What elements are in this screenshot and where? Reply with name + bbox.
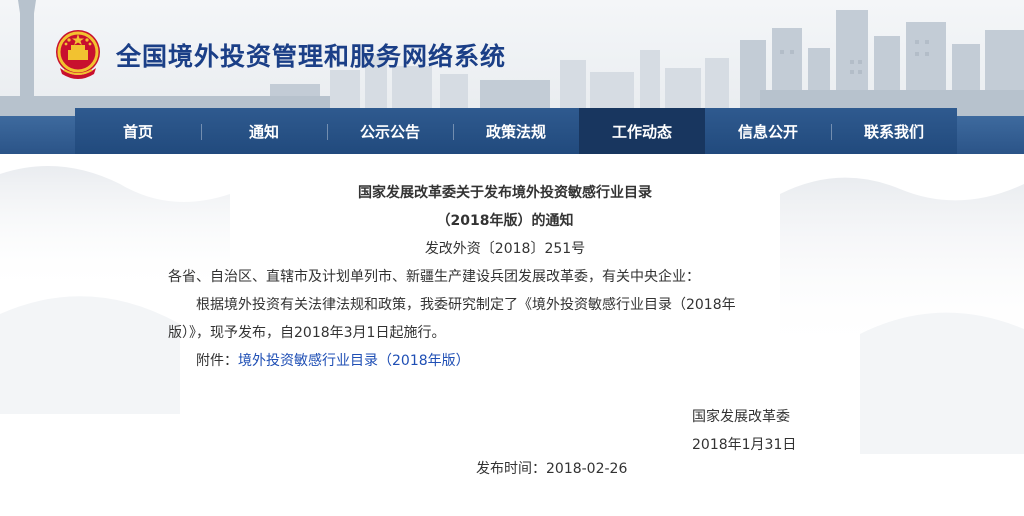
signature-date: 2018年1月31日 (692, 437, 797, 453)
nav-item-notice[interactable]: 通知 (201, 108, 327, 154)
body-paragraph-line1: 根据境外投资有关法律法规和政策，我委研究制定了《境外投资敏感行业目录（2018年 (196, 297, 736, 313)
article-title-line2: （2018年版）的通知 (436, 213, 574, 229)
nav-item-info-disclosure[interactable]: 信息公开 (705, 108, 831, 154)
article-content: 国家发展改革委关于发布境外投资敏感行业目录 （2018年版）的通知 发改外资〔2… (0, 154, 1024, 516)
attachment-label: 附件： (196, 353, 238, 369)
recipients-paragraph: 各省、自治区、直辖市及计划单列市、新疆生产建设兵团发展改革委，有关中央企业： (168, 269, 700, 285)
attachment-link[interactable]: 境外投资敏感行业目录（2018年版） (238, 353, 470, 369)
national-emblem-logo (56, 30, 100, 79)
document-number: 发改外资〔2018〕251号 (424, 241, 586, 257)
main-nav: 首页 通知 公示公告 政策法规 工作动态 信息公开 联系我们 (75, 108, 957, 154)
nav-item-policy[interactable]: 政策法规 (453, 108, 579, 154)
nav-item-contact[interactable]: 联系我们 (831, 108, 957, 154)
site-title[interactable]: 全国境外投资管理和服务网络系统 (116, 37, 506, 73)
nav-item-home[interactable]: 首页 (75, 108, 201, 154)
signature-organization: 国家发展改革委 (692, 409, 790, 425)
publish-time: 发布时间：2018-02-26 (476, 458, 627, 478)
attachment-row: 附件：境外投资敏感行业目录（2018年版） (196, 350, 470, 370)
body-paragraph-line2: 版）》，现予发布，自2018年3月1日起施行。 (168, 325, 446, 341)
article-title-line1: 国家发展改革委关于发布境外投资敏感行业目录 (358, 185, 652, 201)
publish-time-value: 2018-02-26 (546, 461, 628, 477)
publish-time-label: 发布时间： (476, 461, 546, 477)
nav-item-work-news[interactable]: 工作动态 (579, 108, 705, 154)
nav-item-announcement[interactable]: 公示公告 (327, 108, 453, 154)
site-header: 全国境外投资管理和服务网络系统 (0, 0, 1024, 116)
